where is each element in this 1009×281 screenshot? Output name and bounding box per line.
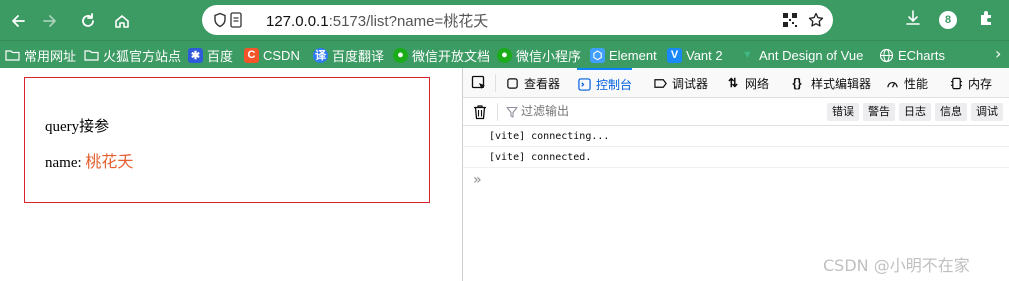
bookmark-folder-firefox[interactable]: 火狐官方站点 <box>84 45 181 65</box>
address-bar[interactable]: 127.0.0.1:5173/list?name=桃花夭 <box>202 5 833 35</box>
bookmark-label: 常用网址 <box>24 48 77 64</box>
memory-icon <box>949 76 963 90</box>
bookmark-label: CSDN <box>263 47 300 63</box>
qr-code-icon[interactable] <box>782 12 798 28</box>
name-line: name: 桃花夭 <box>45 148 133 172</box>
tab-label: 调试器 <box>672 76 709 91</box>
devtools-tabbar: 查看器 控制台 调试器 ⇅ 网络 {} 样式编辑器 性能 内存 <box>463 68 1009 98</box>
bookmark-label: Element <box>609 47 657 63</box>
level-warnings-button[interactable]: 警告 <box>863 103 895 121</box>
bookmark-label: 百度翻译 <box>332 48 385 64</box>
bookmark-label: ECharts <box>898 47 945 63</box>
page-viewport: query接参 name: 桃花夭 <box>0 68 462 281</box>
bookmark-label: 火狐官方站点 <box>103 48 182 64</box>
bookmark-star-icon[interactable] <box>808 12 824 28</box>
globe-icon <box>879 48 894 63</box>
level-info-button[interactable]: 信息 <box>935 103 967 121</box>
wechat-icon: ● <box>393 47 408 63</box>
tab-label: 样式编辑器 <box>811 76 872 91</box>
element-icon: ⬡ <box>590 47 605 63</box>
inspector-icon <box>505 76 519 90</box>
content-box: query接参 name: 桃花夭 <box>24 77 430 203</box>
bookmark-label: Ant Design of Vue <box>759 47 864 63</box>
download-icon[interactable] <box>902 9 924 31</box>
page-title: query接参 <box>45 119 110 135</box>
url-path: :5173/list?name=桃花夭 <box>328 13 489 30</box>
tab-style-editor[interactable]: {} 样式编辑器 <box>788 68 871 98</box>
bookmark-element[interactable]: ⬡ Element <box>590 45 657 65</box>
tab-label: 控制台 <box>596 77 633 92</box>
tab-label: 网络 <box>745 76 770 91</box>
console-log-row: [vite] connected. <box>463 147 1009 168</box>
console-prompt[interactable]: » <box>473 172 481 188</box>
bookmark-label: 微信开放文档 <box>412 48 491 64</box>
home-icon[interactable] <box>110 9 134 33</box>
filter-icon <box>506 106 518 118</box>
shield-icon[interactable] <box>212 12 228 28</box>
bookmark-label: 百度 <box>207 48 234 64</box>
level-debug-button[interactable]: 调试 <box>971 103 1003 121</box>
element-picker-icon[interactable] <box>471 75 487 91</box>
csdn-icon: C <box>244 47 259 63</box>
performance-icon <box>885 76 899 90</box>
watermark-text: CSDN @小明不在家 <box>823 256 970 275</box>
tab-performance[interactable]: 性能 <box>885 68 928 98</box>
bookmark-baidu-translate[interactable]: 译 百度翻译 <box>313 45 384 65</box>
bookmark-wechat-miniprogram[interactable]: ● 微信小程序 <box>497 45 581 65</box>
url-text[interactable]: 127.0.0.1:5173/list?name=桃花夭 <box>266 10 488 31</box>
debugger-icon <box>653 76 667 90</box>
back-arrow-icon[interactable] <box>6 9 30 33</box>
bookmarks-bar: 常用网址 火狐官方站点 ✱ 百度 C CSDN 译 百度翻译 ● 微信开放文档 … <box>0 40 1009 68</box>
style-editor-icon: {} <box>792 76 802 90</box>
tab-memory[interactable]: 内存 <box>949 68 992 98</box>
bookmark-label: 微信小程序 <box>516 48 582 64</box>
level-logs-button[interactable]: 日志 <box>899 103 931 121</box>
tab-separator <box>495 74 496 92</box>
trash-icon[interactable] <box>473 104 487 120</box>
wechat-icon: ● <box>497 47 512 63</box>
chevron-right-icon[interactable]: › <box>995 44 1001 63</box>
browser-toolbar: 127.0.0.1:5173/list?name=桃花夭 8 <box>0 0 1009 40</box>
console-filter-bar: 错误 警告 日志 信息 调试 <box>463 98 1009 126</box>
bookmark-ant-design-vue[interactable]: ▼ Ant Design of Vue <box>740 45 863 65</box>
console-log-row: [vite] connecting... <box>463 126 1009 147</box>
network-icon: ⇅ <box>727 76 739 90</box>
bookmark-baidu[interactable]: ✱ 百度 <box>188 45 233 65</box>
bookmark-label: Vant 2 <box>686 47 723 63</box>
vue-icon: ▼ <box>742 49 753 61</box>
tab-inspector[interactable]: 查看器 <box>505 68 560 98</box>
bookmark-wechat-docs[interactable]: ● 微信开放文档 <box>393 45 490 65</box>
console-icon <box>577 77 591 91</box>
baidu-icon: ✱ <box>188 47 203 63</box>
bookmark-folder-common[interactable]: 常用网址 <box>5 45 76 65</box>
vant-icon: V <box>667 47 682 63</box>
bookmark-csdn[interactable]: C CSDN <box>244 45 300 65</box>
tab-network[interactable]: ⇅ 网络 <box>726 68 769 98</box>
folder-icon <box>84 48 99 63</box>
page-info-icon[interactable] <box>230 12 242 28</box>
extensions-icon[interactable] <box>975 9 997 31</box>
translate-icon: 译 <box>313 47 328 63</box>
reload-icon[interactable] <box>76 9 100 33</box>
name-value: 桃花夭 <box>85 154 134 171</box>
bookmark-vant[interactable]: V Vant 2 <box>667 45 723 65</box>
filter-separator <box>497 103 498 121</box>
devtools-panel: 查看器 控制台 调试器 ⇅ 网络 {} 样式编辑器 性能 内存 过滤输出 错误 … <box>462 68 1009 281</box>
tab-console[interactable]: 控制台 <box>577 68 633 98</box>
level-errors-button[interactable]: 错误 <box>827 103 859 121</box>
tab-label: 性能 <box>904 76 929 91</box>
filter-output-input[interactable] <box>521 104 721 118</box>
url-host: 127.0.0.1 <box>266 13 329 30</box>
bookmark-echarts[interactable]: ECharts <box>879 45 945 65</box>
name-label: name: <box>45 155 82 171</box>
tab-label: 查看器 <box>524 76 561 91</box>
forward-arrow-icon[interactable] <box>38 9 62 33</box>
notification-badge[interactable]: 8 <box>939 11 957 29</box>
tab-label: 内存 <box>968 76 993 91</box>
tab-debugger[interactable]: 调试器 <box>653 68 708 98</box>
folder-icon <box>5 48 20 63</box>
